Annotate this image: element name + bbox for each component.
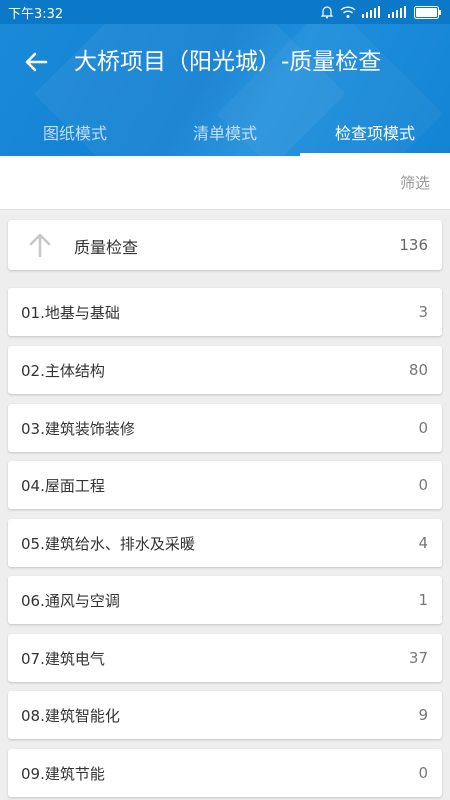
category-row[interactable]: 06.通风与空调 1 bbox=[8, 576, 442, 624]
category-label: 09.建筑节能 bbox=[21, 765, 105, 783]
category-count: 0 bbox=[418, 476, 428, 494]
category-row[interactable]: 01.地基与基础 3 bbox=[8, 288, 442, 336]
category-row[interactable]: 02.主体结构 80 bbox=[8, 346, 442, 394]
status-icons bbox=[320, 5, 442, 19]
category-row[interactable]: 08.建筑智能化 9 bbox=[8, 691, 442, 739]
parent-category-count: 136 bbox=[399, 236, 428, 254]
signal-icon bbox=[362, 6, 380, 18]
category-count: 9 bbox=[418, 706, 428, 724]
filter-bar: 筛选 bbox=[0, 156, 450, 210]
arrow-up-icon bbox=[29, 233, 51, 258]
category-label: 05.建筑给水、排水及采暖 bbox=[21, 535, 195, 553]
category-count: 0 bbox=[418, 764, 428, 782]
category-row[interactable]: 03.建筑装饰装修 0 bbox=[8, 404, 442, 452]
category-label: 07.建筑电气 bbox=[21, 650, 105, 668]
category-row[interactable]: 05.建筑给水、排水及采暖 4 bbox=[8, 519, 442, 567]
page-title: 大桥项目（阳光城）-质量检查 bbox=[74, 49, 382, 75]
back-button[interactable] bbox=[16, 44, 56, 80]
category-label: 01.地基与基础 bbox=[21, 304, 120, 322]
category-label: 04.屋面工程 bbox=[21, 477, 105, 495]
category-row[interactable]: 09.建筑节能 0 bbox=[8, 749, 442, 797]
parent-category-card[interactable]: 质量检查 136 bbox=[8, 220, 442, 270]
category-count: 0 bbox=[418, 419, 428, 437]
category-row[interactable]: 07.建筑电气 37 bbox=[8, 634, 442, 682]
category-count: 80 bbox=[408, 361, 428, 379]
category-label: 08.建筑智能化 bbox=[21, 707, 120, 725]
parent-category-label: 质量检查 bbox=[74, 238, 139, 257]
status-bar: 下午3:32 bbox=[0, 0, 450, 24]
category-label: 06.通风与空调 bbox=[21, 592, 120, 610]
category-label: 02.主体结构 bbox=[21, 362, 105, 380]
tab-inspection-item-mode[interactable]: 检查项模式 bbox=[300, 108, 450, 156]
status-time: 下午3:32 bbox=[8, 6, 64, 22]
app-header: 大桥项目（阳光城）-质量检查 图纸模式 清单模式 检查项模式 bbox=[0, 24, 450, 156]
mode-tabs: 图纸模式 清单模式 检查项模式 bbox=[0, 108, 450, 156]
category-label: 03.建筑装饰装修 bbox=[21, 420, 135, 438]
wifi-icon bbox=[340, 6, 356, 18]
battery-icon bbox=[414, 5, 441, 19]
category-count: 3 bbox=[418, 303, 428, 321]
category-row[interactable]: 04.屋面工程 0 bbox=[8, 461, 442, 509]
category-count: 1 bbox=[418, 591, 428, 609]
category-count: 4 bbox=[418, 534, 428, 552]
category-count: 37 bbox=[408, 649, 428, 667]
tab-drawing-mode[interactable]: 图纸模式 bbox=[0, 108, 150, 156]
signal-icon bbox=[388, 6, 406, 18]
arrow-left-icon bbox=[25, 52, 48, 72]
filter-button[interactable]: 筛选 bbox=[400, 172, 430, 193]
alarm-icon bbox=[320, 6, 334, 19]
tab-list-mode[interactable]: 清单模式 bbox=[150, 108, 300, 156]
